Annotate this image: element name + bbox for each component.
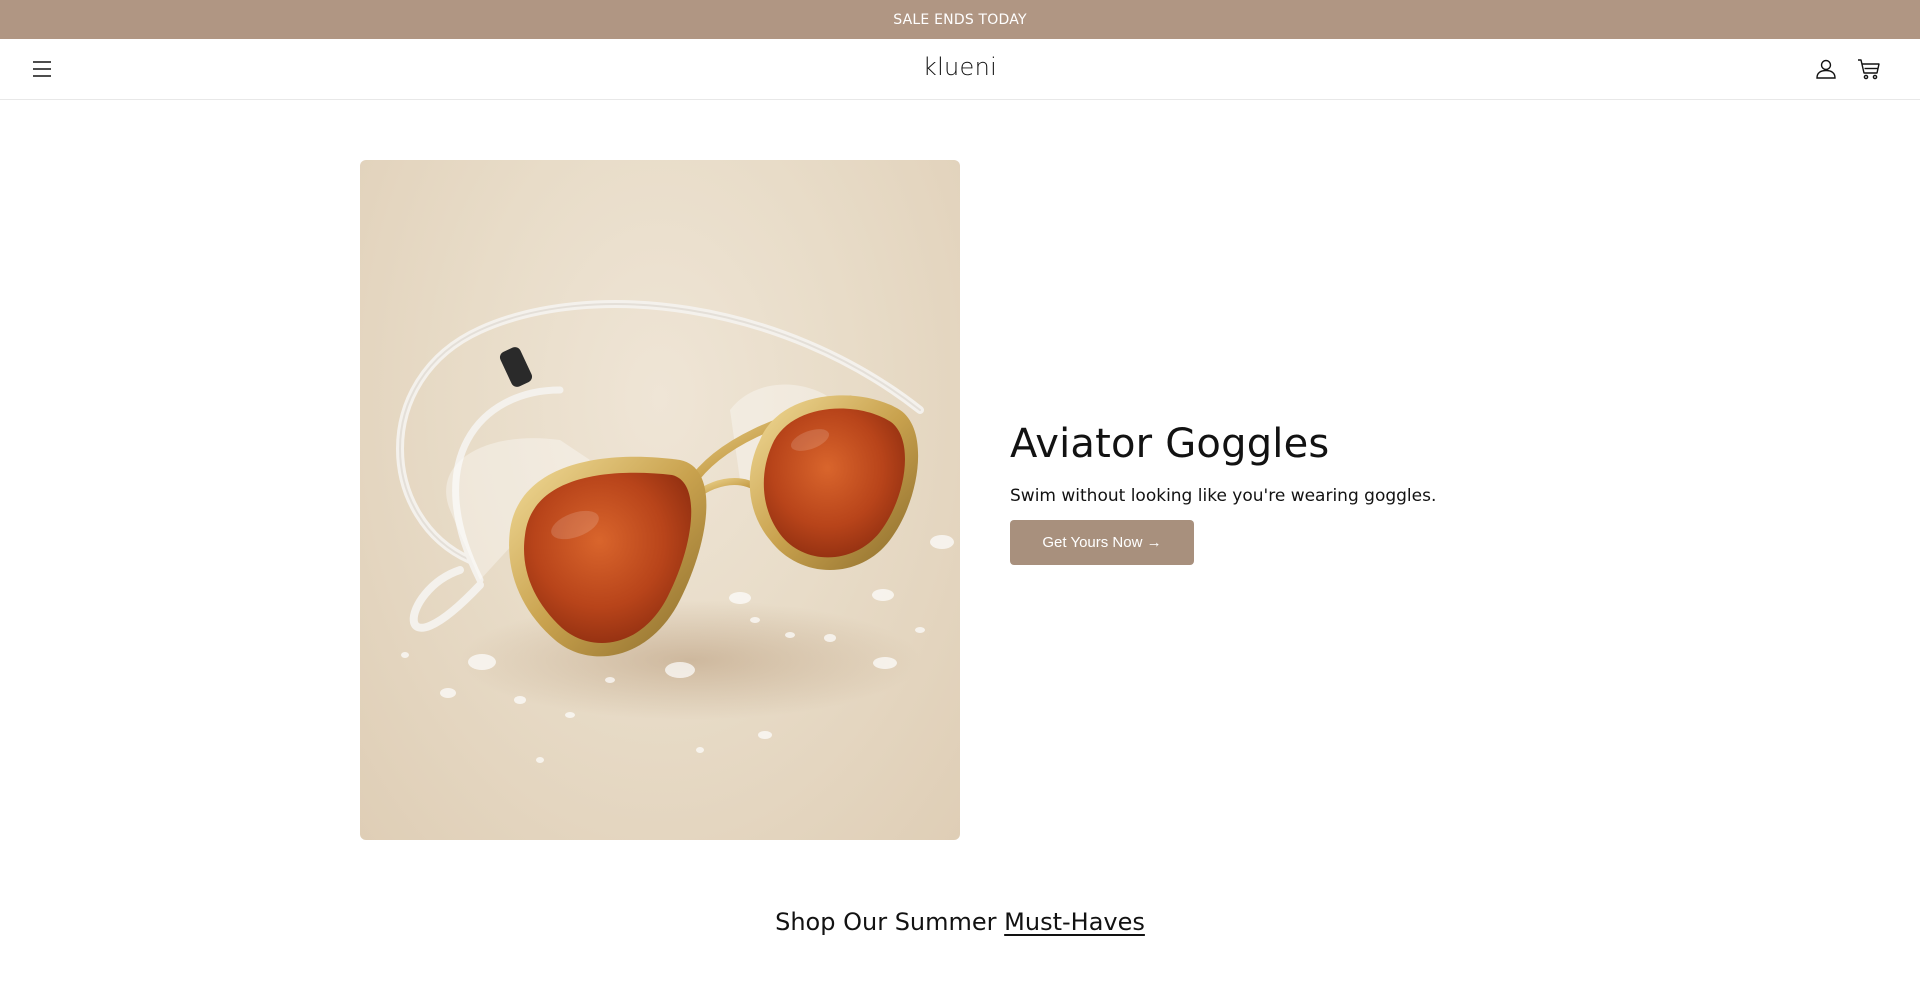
logo-link[interactable]: klueni bbox=[923, 53, 997, 81]
hero-product-image bbox=[360, 160, 960, 840]
announcement-bar: SALE ENDS TODAY bbox=[0, 0, 1920, 39]
hero-title: Aviator Goggles bbox=[1010, 421, 1330, 467]
site-header: klueni bbox=[0, 39, 1920, 100]
account-icon[interactable] bbox=[1813, 56, 1839, 82]
hero-subtitle: Swim without looking like you're wearing… bbox=[1010, 486, 1437, 506]
cart-icon[interactable] bbox=[1856, 56, 1882, 82]
collection-heading: Shop Our Summer Must-Haves bbox=[0, 908, 1920, 936]
get-yours-now-button[interactable]: Get Yours Now → bbox=[1010, 520, 1194, 565]
site-logo: klueni bbox=[0, 53, 1920, 81]
collection-heading-prefix: Shop Our Summer bbox=[775, 908, 1005, 936]
announcement-text: SALE ENDS TODAY bbox=[893, 11, 1027, 28]
collection-heading-link[interactable]: Must-Haves bbox=[1004, 908, 1145, 936]
hero-text-block: Aviator Goggles Swim without looking lik… bbox=[1010, 420, 1610, 565]
